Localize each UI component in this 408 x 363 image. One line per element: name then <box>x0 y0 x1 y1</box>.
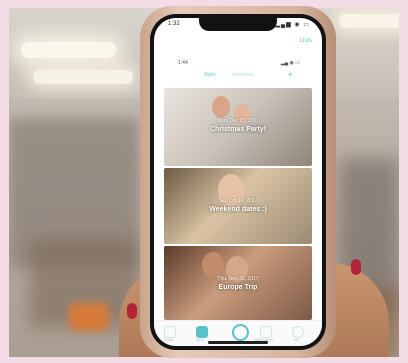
story-list: Mon, Dec 25, 2017 Christmas Party! Sat, … <box>164 88 312 320</box>
nav-label: Home <box>164 338 174 342</box>
person-face <box>212 96 230 118</box>
add-icon[interactable]: + <box>288 70 293 79</box>
bell-icon[interactable] <box>260 326 272 338</box>
tab-story[interactable]: Story <box>204 72 216 78</box>
fingernail <box>127 303 137 319</box>
bottom-nav: Home Story Notifications Me <box>154 320 322 346</box>
ceiling-light <box>33 70 133 84</box>
story-card[interactable]: Mon, Dec 25, 2017 Christmas Party! <box>164 88 312 166</box>
tab-memories[interactable]: Memories <box>232 72 254 78</box>
nav-label: Me <box>294 338 299 342</box>
lists-link[interactable]: Lists <box>300 38 312 44</box>
card-date: Sat, Oct 14, 2017 <box>218 198 258 204</box>
ceiling-light <box>21 42 116 58</box>
photo-frame: 1:32 ▂▄▆ ◉ ▭ Lists 1:44 ▂▄ ◉ ▭ Story Mem… <box>0 0 408 363</box>
card-date: Thu, Nov 30, 2017 <box>217 276 259 282</box>
smartphone: 1:32 ▂▄▆ ◉ ▭ Lists 1:44 ▂▄ ◉ ▭ Story Mem… <box>140 6 336 358</box>
status-icons: ▂▄▆ ◉ ▭ <box>275 22 310 28</box>
story-card[interactable]: Thu, Nov 30, 2017 Europe Trip <box>164 246 312 320</box>
card-date: Mon, Dec 25, 2017 <box>216 118 260 124</box>
fingernail <box>351 259 361 275</box>
ceiling-light <box>339 14 399 28</box>
story-card[interactable]: Sat, Oct 14, 2017 Weekend dates :) <box>164 168 312 244</box>
status-time: 1:32 <box>168 21 180 27</box>
card-title: Weekend dates :) <box>209 206 267 213</box>
card-title: Christmas Party! <box>209 126 267 133</box>
card-title: Europe Trip <box>218 284 258 291</box>
home-indicator[interactable] <box>208 341 268 344</box>
profile-icon[interactable] <box>292 326 304 338</box>
blurred-orange-object <box>69 303 109 331</box>
phone-screen: 1:32 ▂▄▆ ◉ ▭ Lists 1:44 ▂▄ ◉ ▭ Story Mem… <box>154 18 322 346</box>
nav-label: Story <box>196 338 205 342</box>
capture-icon[interactable] <box>232 324 249 341</box>
inner-status-icons: ▂▄ ◉ ▭ <box>280 60 300 66</box>
notch <box>199 18 277 31</box>
inner-status-time: 1:44 <box>178 60 188 66</box>
story-icon[interactable] <box>196 326 208 338</box>
tab-bar: Story Memories + <box>154 70 322 82</box>
phone-bezel: 1:32 ▂▄▆ ◉ ▭ Lists 1:44 ▂▄ ◉ ▭ Story Mem… <box>150 14 326 350</box>
home-icon[interactable] <box>164 326 176 338</box>
person-face <box>202 252 224 278</box>
